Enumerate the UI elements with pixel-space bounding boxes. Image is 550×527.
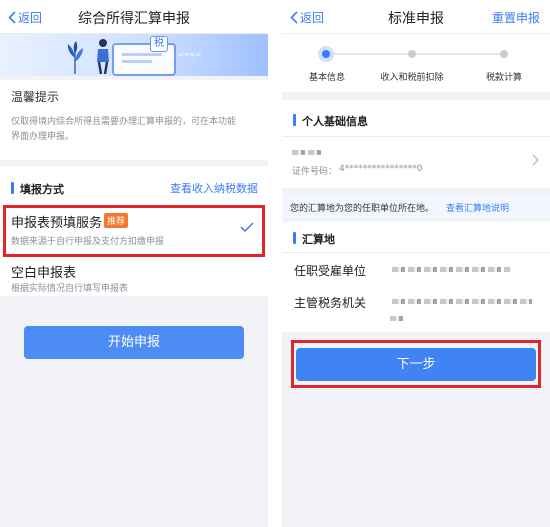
checkmark-icon <box>240 222 254 232</box>
tax-office-row[interactable]: 主管税务机关 <box>282 286 550 332</box>
tip-body-line2: 界面办理申报。 <box>11 132 75 142</box>
person-icon <box>97 39 109 74</box>
chevron-left-icon <box>290 11 298 24</box>
chat-bubble-icon <box>164 52 173 61</box>
left-back-label: 返回 <box>18 11 43 25</box>
step-label-1: 基本信息 <box>308 73 345 83</box>
banner-arrows: <<<< <box>178 50 202 59</box>
right-nav-bar: 返回 标准申报 重置申报 <box>282 0 550 34</box>
step-label-3: 税款计算 <box>485 73 522 83</box>
employer-row[interactable]: 任职受雇单位 <box>282 253 550 285</box>
tip-title: 温馨提示 <box>11 90 60 104</box>
view-income-tax-link[interactable]: 查看收入纳税数据 <box>170 180 258 196</box>
next-step-button[interactable]: 下一步 <box>296 348 536 381</box>
option-blank-title: 空白申报表 <box>11 266 77 281</box>
method-card: 填报方式 查看收入纳税数据 申报表预填服务 推荐 数据来源于自行申报及支付方扣缴… <box>0 166 268 296</box>
option-divider <box>11 254 268 255</box>
chevron-right-icon <box>532 154 539 166</box>
recommend-badge: 推荐 <box>104 213 129 228</box>
progress-steps: 基本信息 收入和税前扣除 税款计算 <box>282 34 550 92</box>
employer-label: 任职受雇单位 <box>294 264 367 278</box>
option-prefill-desc: 数据来源于自行申报及支付方扣缴申报 <box>11 237 165 247</box>
section-marker <box>11 182 14 194</box>
chevron-left-icon <box>8 11 16 24</box>
name-redacted <box>292 150 322 155</box>
right-screen: 返回 标准申报 重置申报 基本信息 收入和税前扣除 税款计算 个人基础信息 证件… <box>282 0 550 527</box>
option-blank-form[interactable]: 空白申报表 根据实际情况自行填写申报表 <box>0 256 268 296</box>
tax-office-redacted-1 <box>392 299 532 304</box>
option-prefill-service[interactable]: 申报表预填服务 推荐 数据来源于自行申报及支付方扣缴申报 <box>0 204 268 250</box>
plant-icon <box>67 41 83 74</box>
employer-redacted <box>392 267 510 272</box>
step-dot-2 <box>408 50 416 58</box>
banner-illustration: 税 <<<< <box>0 34 268 76</box>
tax-office-redacted-2 <box>390 316 406 321</box>
settlement-notice: 您的汇算地为您的任职单位所在地。 查看汇算地说明 <box>282 194 550 218</box>
right-back-button[interactable]: 返回 <box>290 9 324 26</box>
reset-declaration-button[interactable]: 重置申报 <box>492 9 540 26</box>
option-prefill-title: 申报表预填服务 <box>11 216 103 231</box>
left-nav-bar: 返回 综合所得汇算申报 <box>0 0 268 34</box>
id-value: 4****************0 <box>339 164 423 174</box>
tip-body-line1: 仅取得境内综合所得且需要办理汇算申报的，可在本功能 <box>11 117 237 127</box>
step-dot-active-inner <box>322 50 330 58</box>
id-label: 证件号码： <box>292 167 338 177</box>
step-label-2: 收入和税前扣除 <box>380 73 444 83</box>
section-marker <box>293 232 296 244</box>
settlement-card: 汇算地 任职受雇单位 主管税务机关 <box>282 222 550 332</box>
personal-section-title: 个人基础信息 <box>302 115 368 128</box>
left-back-button[interactable]: 返回 <box>8 9 42 26</box>
notice-text: 您的汇算地为您的任职单位所在地。 <box>290 204 435 214</box>
tip-card: 温馨提示 仅取得境内综合所得且需要办理汇算申报的，可在本功能 界面办理申报。 <box>0 80 268 160</box>
tax-office-label: 主管税务机关 <box>294 296 367 310</box>
settlement-section-title: 汇算地 <box>302 233 335 246</box>
step-line <box>326 53 506 55</box>
section-marker <box>293 114 296 126</box>
personal-info-row[interactable]: 证件号码： 4****************0 <box>282 137 550 188</box>
left-screen: 返回 综合所得汇算申报 税 <<<< 温馨提示 仅取得境内综合所得且需要办理汇算… <box>0 0 268 527</box>
personal-info-card: 个人基础信息 证件号码： 4****************0 <box>282 100 550 188</box>
step-dot-3 <box>500 50 508 58</box>
right-back-label: 返回 <box>300 11 325 25</box>
option-blank-desc: 根据实际情况自行填写申报表 <box>11 284 129 294</box>
start-declaration-button[interactable]: 开始申报 <box>24 326 244 359</box>
tax-badge-icon: 税 <box>150 36 168 52</box>
method-section-title: 填报方式 <box>20 183 64 196</box>
settlement-explain-link[interactable]: 查看汇算地说明 <box>446 201 509 214</box>
